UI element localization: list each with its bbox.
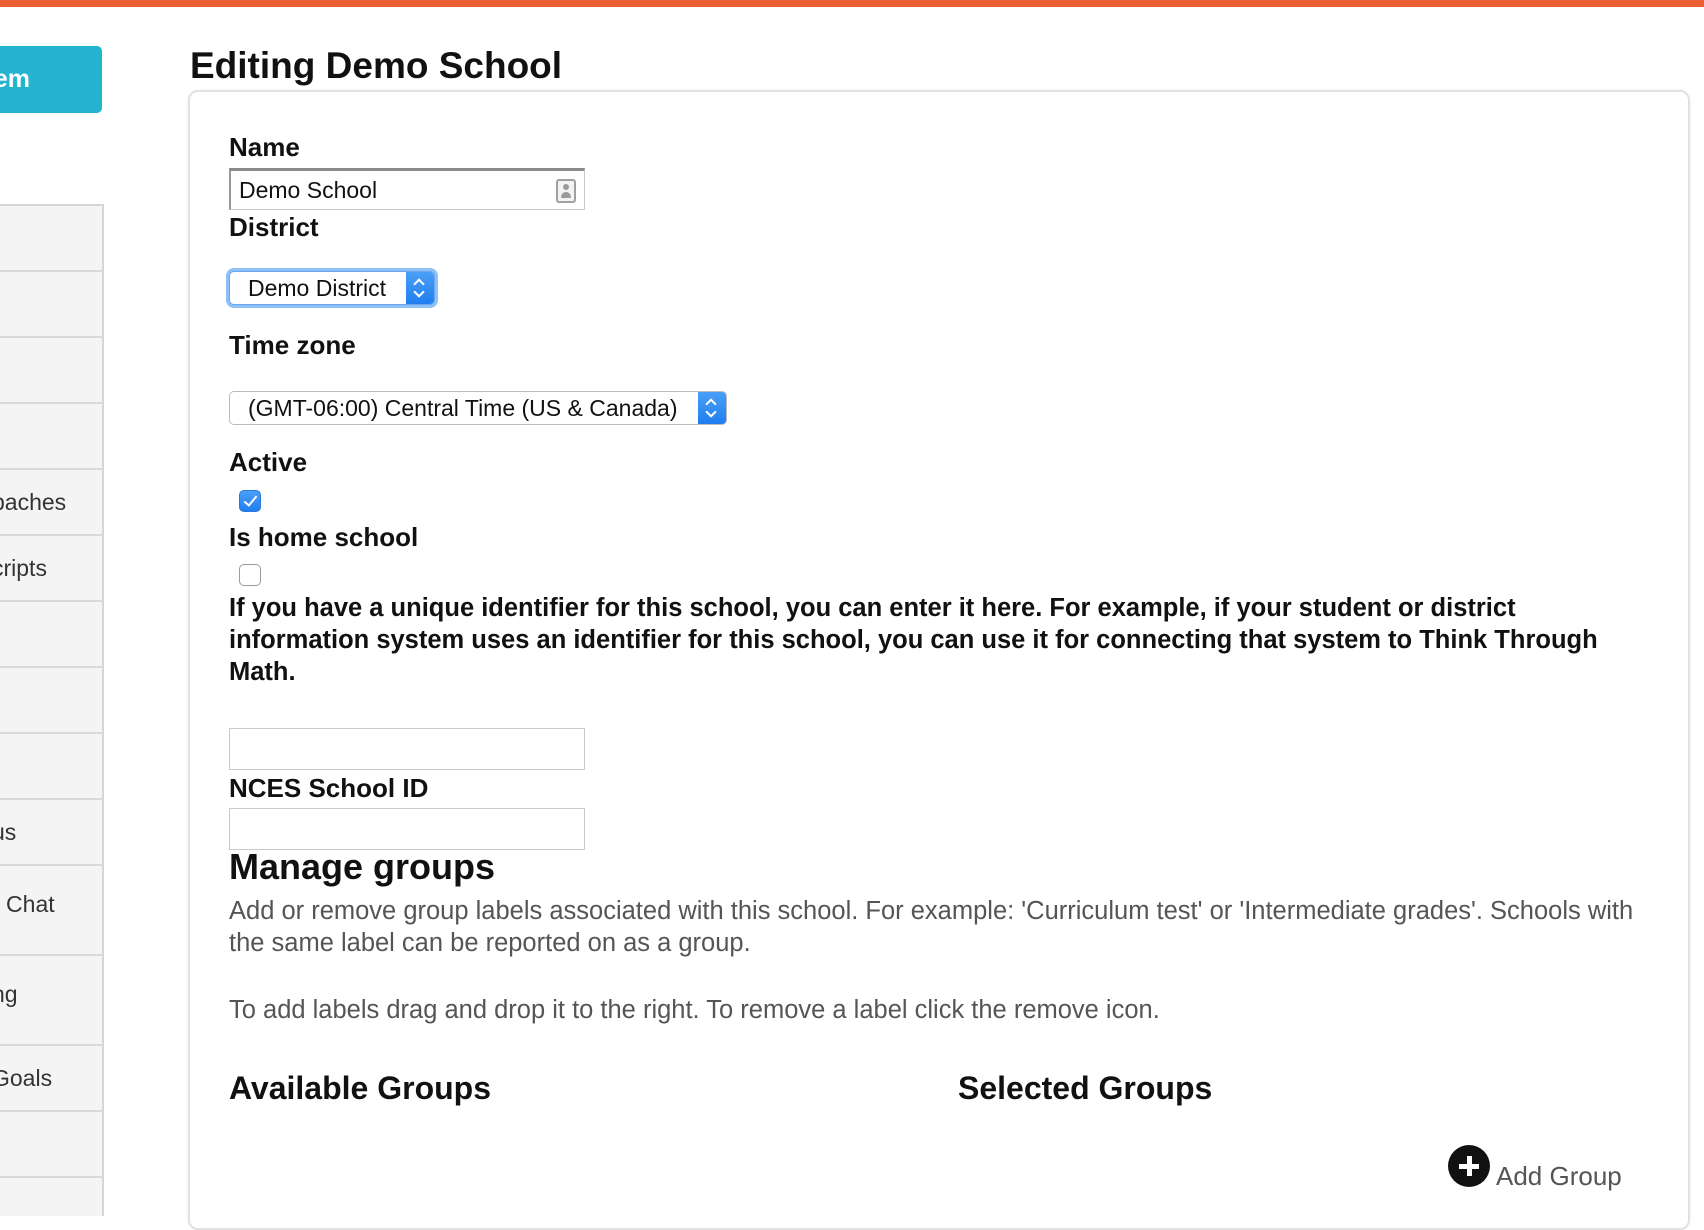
sidebar-item[interactable] [0,602,102,668]
sidebar-item-coaches[interactable]: paches [0,470,102,536]
sidebar-item-scripts[interactable]: cripts [0,536,102,602]
timezone-select[interactable]: (GMT-06:00) Central Time (US & Canada) [229,391,727,425]
district-select[interactable]: Demo District [229,271,435,305]
sidebar-nav: paches cripts us r Chat ng Goals [0,204,104,1216]
name-input-value: Demo School [239,177,378,203]
sidebar-item-status[interactable]: us [0,800,102,866]
sidebar-item[interactable] [0,338,102,404]
name-label: Name [229,132,300,162]
plus-circle-icon [1448,1145,1490,1187]
sidebar-item-label: cripts [0,555,47,581]
page-title: Editing Demo School [190,45,563,86]
sidebar-item[interactable] [0,404,102,470]
sidebar-item[interactable] [0,206,102,272]
sidebar-action-button-label: em [0,65,30,93]
top-accent-bar [0,0,1704,7]
add-group-label: Add Group [1496,1161,1622,1191]
timezone-select-value: (GMT-06:00) Central Time (US & Canada) [248,395,678,421]
sidebar-action-button[interactable]: em [0,46,102,113]
sidebar-item[interactable] [0,734,102,800]
sidebar-item[interactable] [0,1112,102,1178]
select-arrows-icon [406,272,434,304]
identifier-input[interactable] [229,728,585,770]
selected-groups-heading: Selected Groups [958,1070,1213,1106]
available-groups-heading: Available Groups [229,1070,491,1106]
district-label: District [229,212,319,242]
sidebar-item[interactable] [0,272,102,338]
sidebar-item-goals[interactable]: Goals [0,1046,102,1112]
active-checkbox[interactable] [239,490,261,512]
sidebar-item-label: r Chat [0,891,55,917]
nces-input[interactable] [229,808,585,850]
contact-card-icon[interactable] [556,179,576,203]
sidebar-item-label: paches [0,489,67,515]
sidebar-item[interactable] [0,668,102,734]
sidebar-item-label: ng [0,981,18,1007]
select-arrows-icon [698,392,726,424]
manage-groups-title: Manage groups [229,846,496,887]
name-input[interactable]: Demo School [229,168,585,210]
sidebar-item-settings[interactable]: ng [0,956,102,1046]
home-school-label: Is home school [229,522,419,552]
district-select-value: Demo District [248,275,387,301]
manage-groups-instructions: To add labels drag and drop it to the ri… [229,996,1160,1024]
timezone-label: Time zone [229,330,356,360]
manage-groups-description: Add or remove group labels associated wi… [229,897,1634,957]
home-school-checkbox[interactable] [239,564,261,586]
sidebar-item-label: us [0,819,17,845]
nces-label: NCES School ID [229,773,429,803]
active-label: Active [229,447,308,477]
identifier-help-text: If you have a unique identifier for this… [229,594,1598,686]
sidebar-item-chat[interactable]: r Chat [0,866,102,956]
sidebar-item-label: Goals [0,1065,53,1091]
